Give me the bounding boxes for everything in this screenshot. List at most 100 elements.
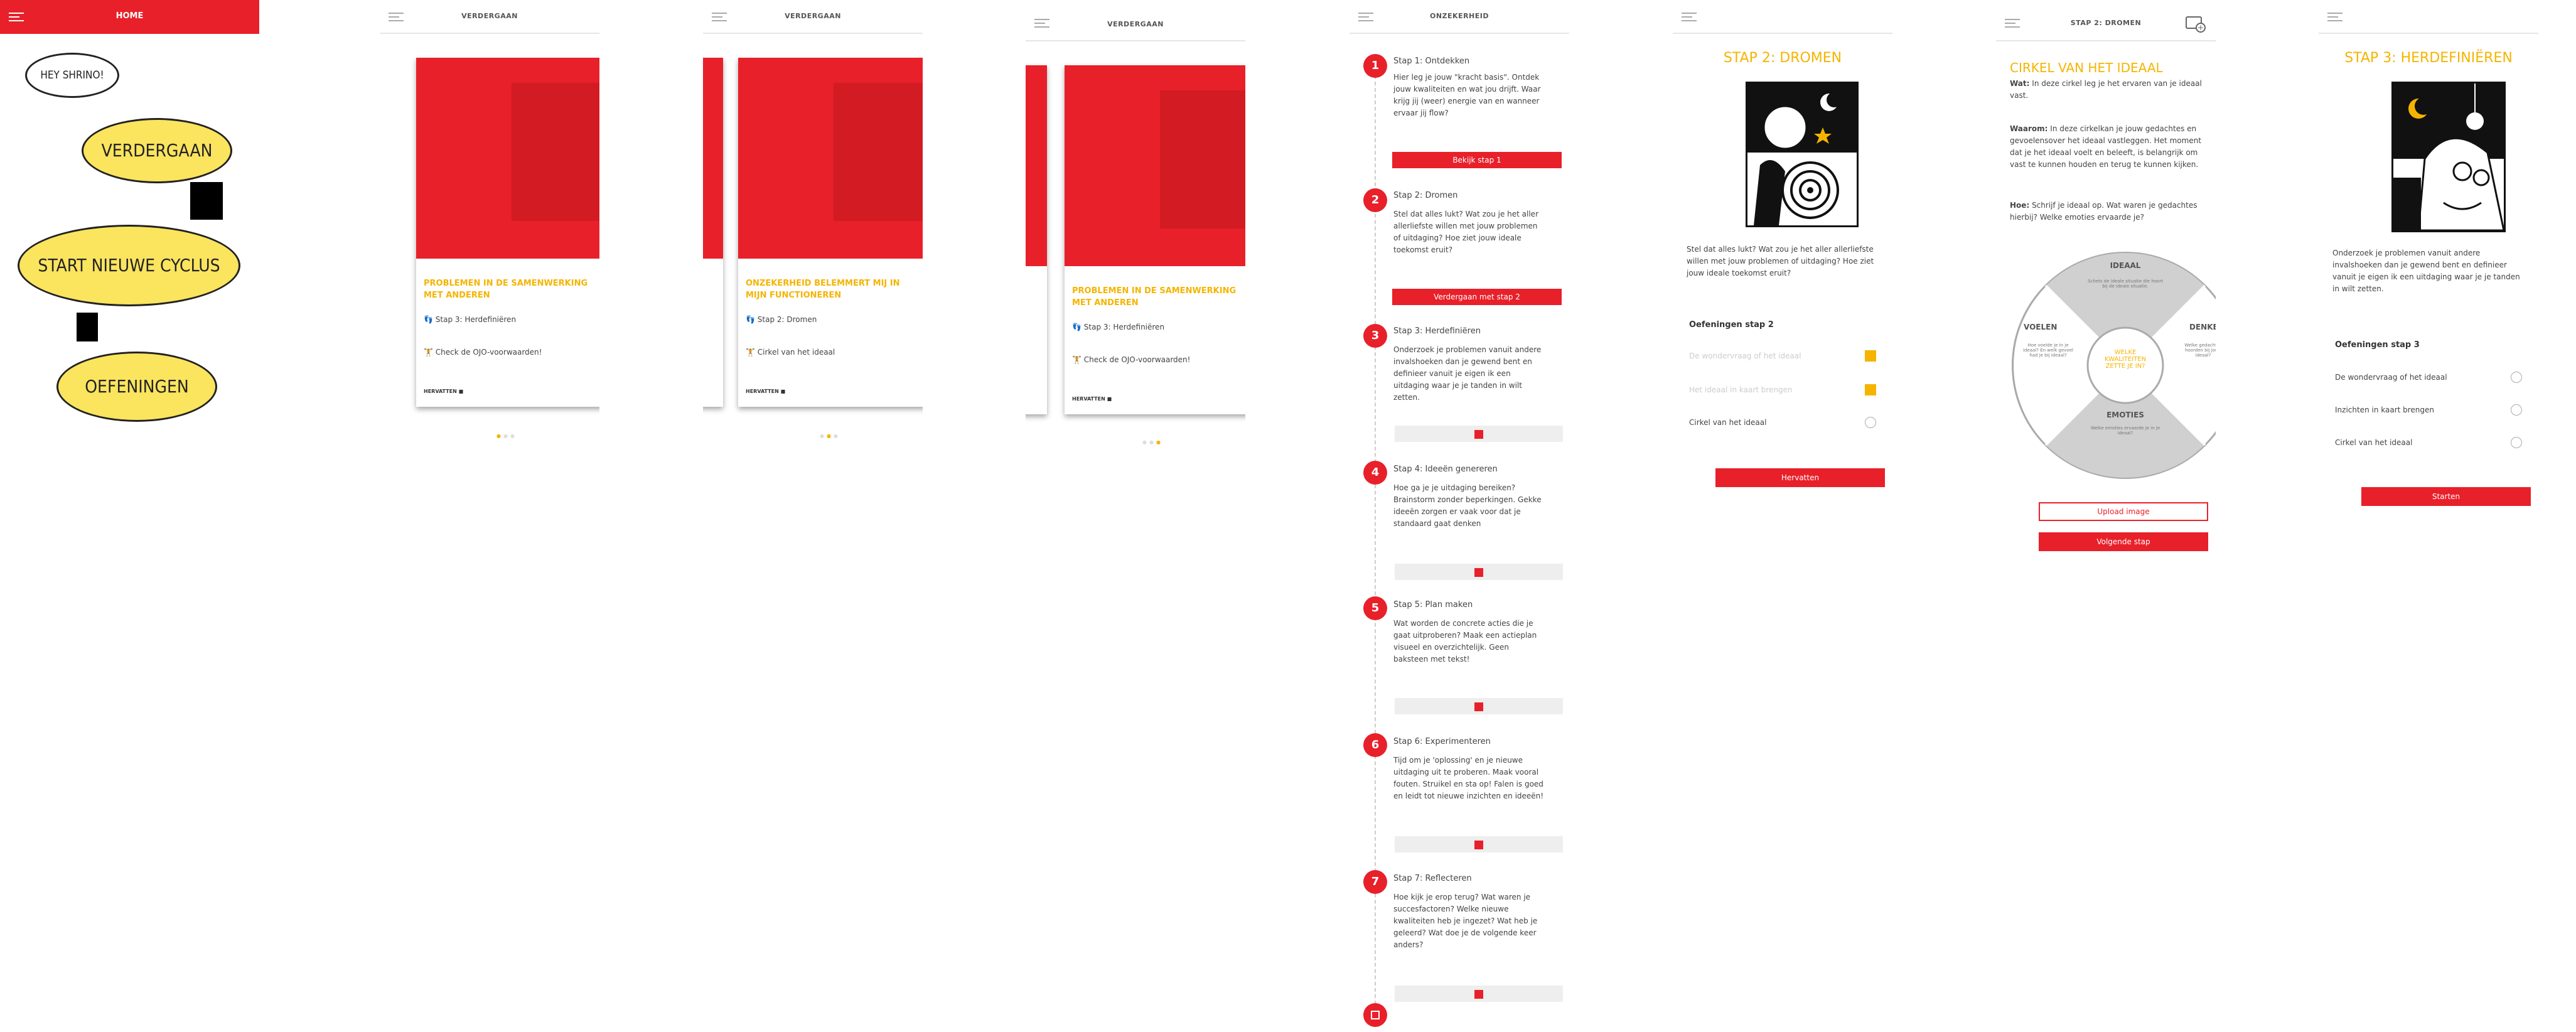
- step-title: Stap 2: Dromen: [1393, 191, 1458, 200]
- problem-card[interactable]: PROBLEMEN IN DE SAMENWERKING MET ANDEREN…: [416, 58, 599, 407]
- exercises-title: Oefeningen stap 2: [1689, 320, 1774, 330]
- exercise-item[interactable]: Het ideaal in kaart brengen: [1689, 385, 1793, 394]
- step-title: Stap 3: Herdefiniëren: [1393, 326, 1481, 336]
- step-progress: [1395, 698, 1563, 714]
- segment-ideaal[interactable]: IDEAAL: [2011, 261, 2216, 270]
- exercise-checkbox[interactable]: [2511, 372, 2522, 383]
- start-cycle-label: START NIEUWE CYCLUS: [38, 255, 220, 276]
- step-progress: [1395, 426, 1563, 442]
- cirkel-screen: STAP 2: DROMEN + CIRKEL VAN HET IDEAAL W…: [1996, 0, 2216, 1032]
- home-header: HOME: [0, 0, 259, 34]
- segment-denken-hint: Welke gedachtes hoorden bij jouw ideaal?: [2184, 343, 2216, 358]
- dumbbell-icon: 🏋: [1072, 355, 1081, 364]
- page-title: VERDERGAAN: [785, 12, 841, 20]
- exercise-checkbox[interactable]: [1865, 417, 1876, 428]
- segment-emoties-hint: Welke emoties ervaarde je in je ideaal?: [2090, 426, 2160, 436]
- step-number: 6: [1363, 733, 1387, 757]
- exercise-label: Check de OJO-voorwaarden!: [435, 348, 542, 357]
- card-title: ONZEKERHEID BELEMMERT MIJ IN MIJN FUNCTI…: [746, 279, 900, 300]
- center-qualities[interactable]: WELKE KWALITEITEN ZETTE JE IN?: [2095, 349, 2155, 370]
- hamburger-icon[interactable]: [1682, 13, 1697, 21]
- step-row: 👣 Stap 3: Herdefiniëren: [424, 315, 516, 324]
- exercise-label: Cirkel van het ideaal: [757, 348, 835, 357]
- resume-link[interactable]: HERVATTEN ■: [746, 389, 785, 394]
- resume-link[interactable]: HERVATTEN ■: [424, 389, 463, 394]
- exercise-checkbox[interactable]: [2511, 437, 2522, 448]
- step-progress: [1395, 836, 1563, 852]
- header: VERDERGAAN: [1026, 0, 1245, 41]
- footsteps-icon: 👣: [1072, 323, 1081, 331]
- problem-card[interactable]: ONZEKERHEID BELEMMERT MIJ IN MIJN FUNCTI…: [738, 58, 923, 407]
- next-step-button[interactable]: Volgende stap: [2039, 532, 2208, 551]
- step-text: Hoe kijk je erop terug? Wat waren je suc…: [1393, 893, 1538, 949]
- step-title: Stap 6: Experimenteren: [1393, 737, 1491, 746]
- segment-voelen[interactable]: VOELEN: [2024, 323, 2057, 331]
- carousel-dots: ●●●: [496, 433, 517, 439]
- hamburger-icon[interactable]: [2327, 13, 2343, 21]
- start-cycle-button[interactable]: START NIEUWE CYCLUS: [18, 225, 240, 306]
- exercise-item[interactable]: Cirkel van het ideaal: [2335, 438, 2412, 447]
- exercise-checkbox[interactable]: [2511, 404, 2522, 416]
- exercise-checkbox[interactable]: [1865, 384, 1876, 395]
- exercise-checkbox[interactable]: [1865, 350, 1876, 362]
- carousel-dots: ●●●: [820, 433, 840, 439]
- dreamer-icon: [1747, 83, 1857, 225]
- exercise-item[interactable]: De wondervraag of het ideaal: [1689, 352, 1801, 360]
- header: STAP 2: DROMEN +: [1996, 0, 2216, 41]
- segment-ideaal-hint: Schets de ideale situatie die hoort bij …: [2088, 279, 2163, 289]
- view-step-1-button[interactable]: Bekijk stap 1: [1392, 152, 1562, 168]
- segment-emoties[interactable]: EMOTIES: [2011, 411, 2216, 419]
- page-title: ONZEKERHEID: [1430, 12, 1489, 20]
- page-title: HOME: [115, 11, 144, 21]
- card-image: [1026, 65, 1047, 266]
- wat-text: Wat: In deze cirkel leg je het ervaren v…: [2010, 79, 2202, 100]
- card-title: PROBLEMEN IN DE SAMENWERKING MET ANDEREN: [1072, 286, 1237, 308]
- step-label: Stap 3: Herdefiniëren: [1083, 323, 1165, 331]
- exercise-item[interactable]: Inzichten in kaart brengen: [2335, 406, 2434, 414]
- step-title: Stap 4: Ideeën genereren: [1393, 465, 1498, 474]
- step-title: Stap 5: Plan maken: [1393, 600, 1473, 610]
- step-progress: [1395, 986, 1563, 1002]
- card-image: [1065, 65, 1245, 266]
- dumbbell-icon: 🏋: [424, 348, 433, 357]
- problem-card[interactable]: PROBLEMEN IN DE SAMENWERKING MET ANDEREN…: [1065, 65, 1245, 414]
- add-image-icon[interactable]: +: [2186, 16, 2206, 33]
- timeline-screen: ONZEKERHEID 1 Stap 1: Ontdekken Hier leg…: [1350, 0, 1569, 1032]
- dumbbell-icon: 🏋: [746, 348, 755, 357]
- header: VERDERGAAN: [380, 0, 599, 34]
- ideal-circle-diagram: IDEAAL Schets de ideale situatie die hoo…: [2011, 249, 2216, 482]
- card-title: PROBLEMEN IN DE SAMENWERKING MET ANDEREN: [424, 279, 588, 300]
- prev-card-peek[interactable]: [703, 58, 723, 407]
- step-title: Stap 1: Ontdekken: [1393, 56, 1470, 66]
- segment-denken[interactable]: DENKEN: [2189, 323, 2216, 331]
- step-label: Stap 2: Dromen: [757, 315, 817, 324]
- carousel-screen-3: VERDERGAAN PROBLEMEN IN DE SAMENWERKING …: [1026, 0, 1245, 1032]
- resume-button[interactable]: Hervatten: [1715, 468, 1885, 487]
- carousel-screen-2: VERDERGAAN ONZEKERHEID BELEMMERT MIJ IN …: [703, 0, 923, 1032]
- upload-image-button[interactable]: Upload image: [2039, 502, 2208, 521]
- prev-card-peek[interactable]: [1026, 65, 1047, 414]
- oefeningen-label: OEFENINGEN: [85, 376, 189, 397]
- decoration-block: [190, 182, 223, 220]
- dream-illustration: [1746, 82, 1859, 227]
- exercise-item[interactable]: De wondervraag of het ideaal: [2335, 373, 2447, 382]
- intro-text: Onderzoek je problemen vanuit andere inv…: [2332, 249, 2520, 293]
- resume-link[interactable]: HERVATTEN ■: [1072, 396, 1112, 402]
- carousel-dots: ●●●: [1142, 439, 1163, 445]
- page-title: VERDERGAAN: [461, 12, 518, 20]
- dromen-screen: STAP 2: DROMEN Stel dat alles lukt? Wat …: [1673, 0, 1892, 1032]
- verdergaan-button[interactable]: VERDERGAAN: [82, 118, 232, 183]
- step-number: 1: [1363, 54, 1387, 78]
- step-number: 3: [1363, 324, 1387, 348]
- step-text: Hier leg je jouw "kracht basis". Ontdek …: [1393, 73, 1541, 117]
- decoration-block: [77, 313, 98, 341]
- start-button[interactable]: Starten: [2361, 487, 2531, 506]
- card-image: [738, 58, 923, 259]
- step-number: 5: [1363, 596, 1387, 620]
- continue-step-2-button[interactable]: Verdergaan met stap 2: [1392, 289, 1562, 305]
- segment-voelen-hint: Hoe voelde je in je ideaal? En welk gevo…: [2023, 343, 2073, 358]
- exercise-row: 🏋 Check de OJO-voorwaarden!: [424, 348, 542, 357]
- exercise-item[interactable]: Cirkel van het ideaal: [1689, 418, 1766, 427]
- herdefinieren-screen: STAP 3: HERDEFINIËREN Onderzoek je probl…: [2319, 0, 2538, 1032]
- oefeningen-button[interactable]: OEFENINGEN: [56, 352, 217, 422]
